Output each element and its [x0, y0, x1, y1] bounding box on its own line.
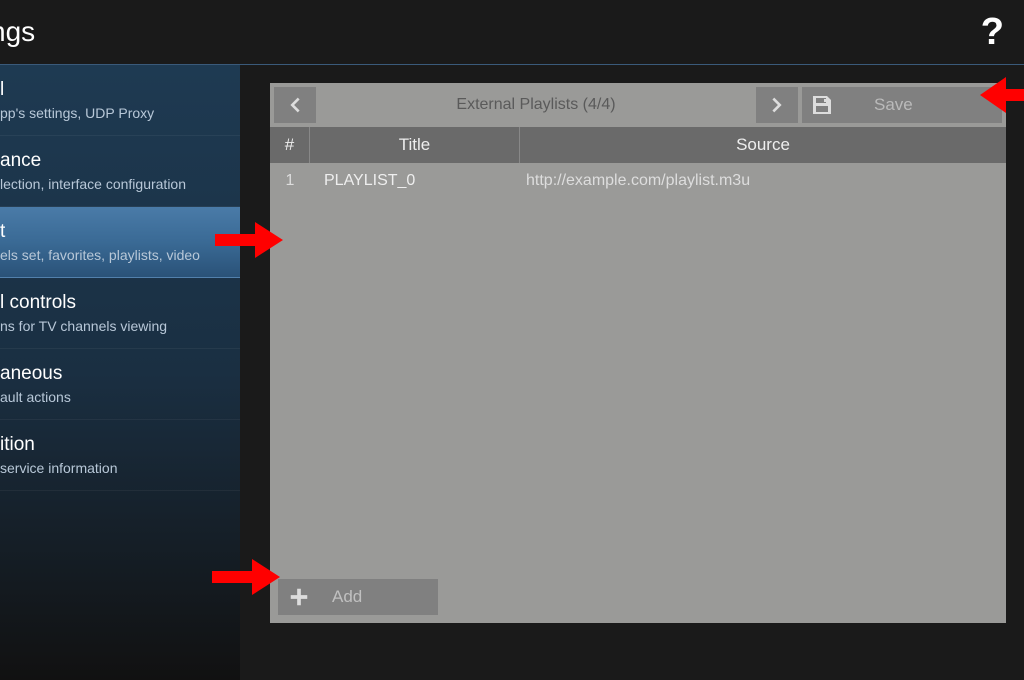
add-button[interactable]: Add: [278, 579, 438, 615]
cell-source: http://example.com/playlist.m3u: [520, 172, 1006, 190]
sidebar-item-desc: service information: [0, 460, 232, 476]
sidebar-item-appearance[interactable]: ance lection, interface configuration: [0, 136, 240, 207]
toolbar: External Playlists (4/4) Save: [270, 83, 1006, 127]
arrow-left-icon: [284, 94, 306, 116]
help-icon[interactable]: ?: [981, 11, 1004, 54]
sidebar-item-title: ance: [0, 150, 232, 172]
playlist-panel: External Playlists (4/4) Save # Title So…: [270, 83, 1006, 623]
sidebar-item-desc: pp's settings, UDP Proxy: [0, 105, 232, 121]
toolbar-title: External Playlists (4/4): [320, 87, 752, 123]
sidebar-item-general[interactable]: l pp's settings, UDP Proxy: [0, 65, 240, 136]
sidebar-item-title: t: [0, 221, 232, 243]
save-icon: [810, 93, 834, 117]
table-row[interactable]: 1 PLAYLIST_0 http://example.com/playlist…: [270, 163, 1006, 199]
sidebar-item-title: l: [0, 79, 232, 101]
table-header: # Title Source: [270, 127, 1006, 163]
header: ngs ?: [0, 0, 1024, 65]
main-panel: External Playlists (4/4) Save # Title So…: [240, 65, 1024, 680]
table-body: 1 PLAYLIST_0 http://example.com/playlist…: [270, 163, 1006, 199]
sidebar-item-desc: ault actions: [0, 389, 232, 405]
plus-icon: [288, 586, 310, 608]
sidebar-item-desc: els set, favorites, playlists, video: [0, 247, 232, 263]
page-title: ngs: [0, 16, 35, 48]
arrow-right-icon: [766, 94, 788, 116]
add-label: Add: [332, 587, 362, 607]
sidebar-item-misc[interactable]: aneous ault actions: [0, 349, 240, 420]
cell-title: PLAYLIST_0: [310, 172, 520, 190]
column-header-title: Title: [310, 127, 520, 163]
column-header-source: Source: [520, 127, 1006, 163]
cell-index: 1: [270, 172, 310, 190]
sidebar-item-desc: ns for TV channels viewing: [0, 318, 232, 334]
sidebar-item-title: ition: [0, 434, 232, 456]
sidebar-item-parental[interactable]: l controls ns for TV channels viewing: [0, 278, 240, 349]
save-button[interactable]: Save: [802, 87, 1002, 123]
sidebar-item-title: aneous: [0, 363, 232, 385]
sidebar: l pp's settings, UDP Proxy ance lection,…: [0, 65, 240, 680]
sidebar-item-info[interactable]: ition service information: [0, 420, 240, 491]
next-button[interactable]: [756, 87, 798, 123]
sidebar-item-content[interactable]: t els set, favorites, playlists, video: [0, 207, 240, 278]
sidebar-item-title: l controls: [0, 292, 232, 314]
save-label: Save: [874, 95, 913, 115]
prev-button[interactable]: [274, 87, 316, 123]
column-header-index: #: [270, 127, 310, 163]
sidebar-item-desc: lection, interface configuration: [0, 176, 232, 192]
